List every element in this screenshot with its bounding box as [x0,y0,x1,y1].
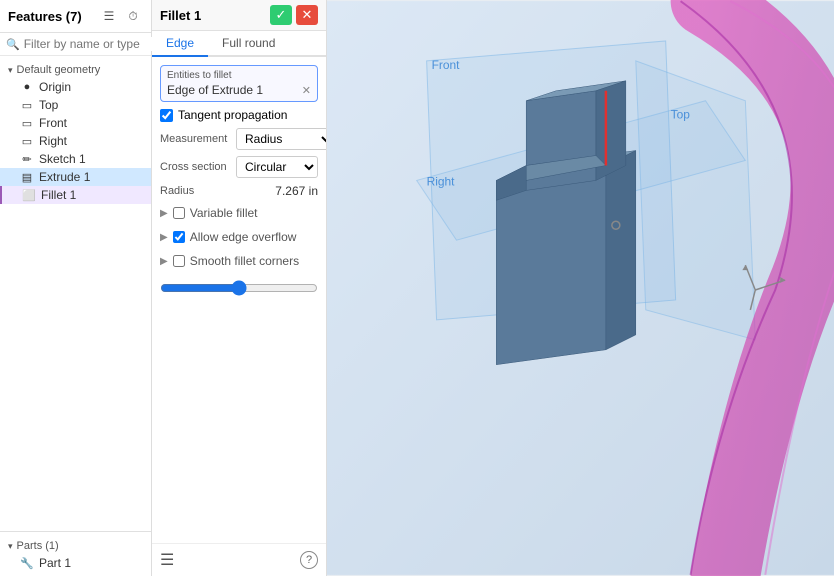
plane-icon: ▭ [20,99,34,112]
feature-tree-panel: Features (7) ☰ ⏱ 🔍 ▾ Default geometry ● … [0,0,152,576]
reject-button[interactable]: ✕ [296,5,318,25]
fillet-footer: ☰ ? [152,543,326,576]
panel-header: Features (7) ☰ ⏱ [0,0,151,33]
tree-item-origin[interactable]: ● Origin [0,78,151,96]
allow-edge-overflow-checkbox[interactable] [173,231,185,243]
sketch-icon: ✏ [20,153,34,166]
notes-icon[interactable]: ☰ [160,550,174,570]
variable-fillet-label: Variable fillet [190,206,258,220]
parts-section-label[interactable]: ▾ Parts (1) [0,536,151,554]
fillet-header: Fillet 1 ✓ ✕ [152,0,326,31]
item-label: Top [39,98,58,112]
item-label: Origin [39,80,71,94]
part-icon: 🔧 [20,557,34,570]
3d-scene: Front Right Top [327,0,834,576]
variable-fillet-row: ▶ Variable fillet [160,204,318,222]
radius-label: Radius [160,185,210,197]
expand-arrow-icon: ▶ [160,208,168,219]
item-label: Extrude 1 [39,170,90,184]
entities-label: Entities to fillet [167,70,311,81]
search-bar: 🔍 [0,33,151,56]
extrude-icon: ▤ [20,171,34,184]
tab-edge[interactable]: Edge [152,31,208,57]
expand-arrow-icon: ▶ [160,256,168,267]
panel-icon-clock[interactable]: ⏱ [123,6,143,26]
item-label: Front [39,116,67,130]
cross-section-select[interactable]: Circular Conic [236,156,318,178]
plane-icon: ▭ [20,135,34,148]
smooth-fillet-checkbox[interactable] [173,255,185,267]
tree-item-fillet1[interactable]: ⬜ Fillet 1 [0,186,151,204]
help-button[interactable]: ? [300,551,318,569]
cross-section-label: Cross section [160,161,232,173]
measurement-row: Measurement Radius Chord width Chord hei… [160,128,318,150]
section-label: Parts (1) [17,540,59,552]
chevron-icon: ▾ [8,65,13,76]
viewport[interactable]: Front Right Top [327,0,834,576]
expand-arrow-icon: ▶ [160,232,168,243]
measurement-label: Measurement [160,133,232,145]
measurement-select[interactable]: Radius Chord width Chord height [236,128,326,150]
tree-item-right[interactable]: ▭ Right [0,132,151,150]
entity-remove-button[interactable]: ✕ [302,84,311,97]
smooth-fillet-row: ▶ Smooth fillet corners [160,252,318,270]
tab-bar: Edge Full round [152,31,326,57]
tangent-propagation-label: Tangent propagation [178,108,287,122]
fillet-panel: Fillet 1 ✓ ✕ Edge Full round Entities to… [152,0,327,576]
item-label: Fillet 1 [41,188,76,202]
smooth-fillet-label: Smooth fillet corners [190,254,299,268]
panel-icon-list[interactable]: ☰ [99,6,119,26]
slider-row [160,276,318,300]
tangent-propagation-checkbox[interactable] [160,109,173,122]
tangent-propagation-row: Tangent propagation [160,108,318,122]
search-icon: 🔍 [6,38,20,51]
tree-item-extrude1[interactable]: ▤ Extrude 1 [0,168,151,186]
plane-icon: ▭ [20,117,34,130]
tree-item-top[interactable]: ▭ Top [0,96,151,114]
radius-row: Radius 7.267 in [160,184,318,198]
fillet-icon: ⬜ [22,189,36,202]
origin-icon: ● [20,81,34,93]
fillet-title: Fillet 1 [160,8,266,23]
entity-tag: Edge of Extrude 1 ✕ [167,83,311,97]
variable-fillet-checkbox[interactable] [173,207,185,219]
cross-section-row: Cross section Circular Conic [160,156,318,178]
radius-value: 7.267 in [275,184,318,198]
entity-value: Edge of Extrude 1 [167,83,263,97]
tree-item-sketch1[interactable]: ✏ Sketch 1 [0,150,151,168]
chevron-icon: ▾ [8,541,13,552]
top-label: Top [671,108,691,122]
allow-edge-overflow-row: ▶ Allow edge overflow [160,228,318,246]
tab-full-round[interactable]: Full round [208,31,289,57]
default-geometry-section[interactable]: ▾ Default geometry [0,60,151,78]
panel-title: Features (7) [8,9,95,24]
accept-button[interactable]: ✓ [270,5,292,25]
feature-tree: ▾ Default geometry ● Origin ▭ Top ▭ Fron… [0,56,151,531]
right-label: Right [427,174,456,188]
fillet-slider[interactable] [160,280,318,296]
item-label: Sketch 1 [39,152,86,166]
allow-edge-overflow-label: Allow edge overflow [190,230,297,244]
entities-group: Entities to fillet Edge of Extrude 1 ✕ [160,65,318,102]
tree-item-part1[interactable]: 🔧 Part 1 [0,554,151,572]
item-label: Right [39,134,67,148]
item-label: Part 1 [39,556,71,570]
fillet-body: Entities to fillet Edge of Extrude 1 ✕ T… [152,57,326,308]
front-label: Front [432,58,461,72]
tree-item-front[interactable]: ▭ Front [0,114,151,132]
parts-section: ▾ Parts (1) 🔧 Part 1 [0,531,151,576]
section-label: Default geometry [17,64,101,76]
